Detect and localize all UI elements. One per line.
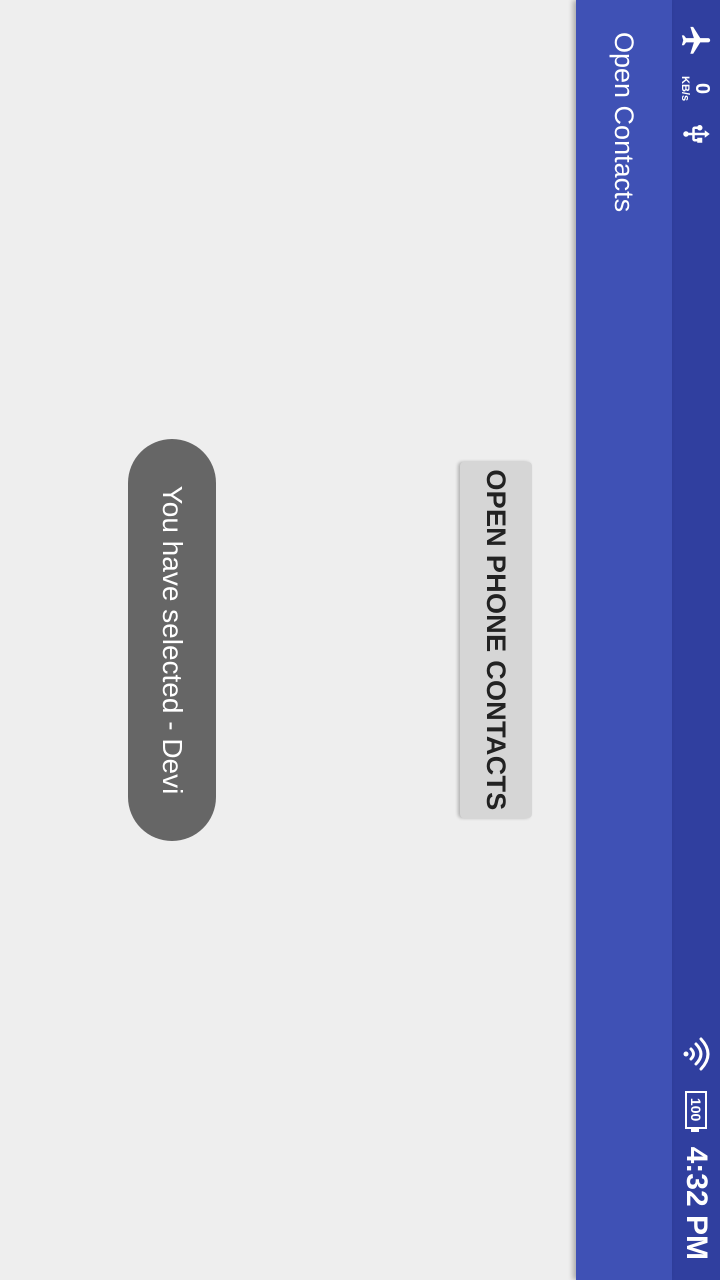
network-speed-unit: KB/s	[679, 76, 692, 102]
status-bar: 0 KB/s 100 4:32 PM	[672, 0, 720, 1280]
toast-message: You have selected - Devi	[128, 439, 216, 841]
network-speed-value: 0	[691, 82, 714, 95]
usb-icon	[681, 119, 711, 149]
open-phone-contacts-button[interactable]: OPEN PHONE CONTACTS	[460, 462, 532, 818]
app-bar: Open Contacts	[576, 0, 672, 1280]
battery-level: 100	[688, 1097, 704, 1122]
wifi-icon	[679, 1035, 713, 1073]
status-bar-right: 100 4:32 PM	[672, 1035, 720, 1260]
toast-text: You have selected - Devi	[157, 485, 188, 795]
device-landscape-view: 0 KB/s 100 4:32 PM Open Contacts OPEN PH…	[0, 0, 720, 1280]
airplane-mode-icon	[679, 24, 713, 58]
app-bar-title: Open Contacts	[609, 32, 639, 213]
network-speed-indicator: 0 KB/s	[679, 76, 714, 102]
battery-icon: 100	[685, 1090, 707, 1129]
status-bar-clock: 4:32 PM	[680, 1146, 713, 1260]
status-bar-left: 0 KB/s	[672, 24, 720, 149]
screen: 0 KB/s 100 4:32 PM Open Contacts OPEN PH…	[0, 0, 720, 1280]
